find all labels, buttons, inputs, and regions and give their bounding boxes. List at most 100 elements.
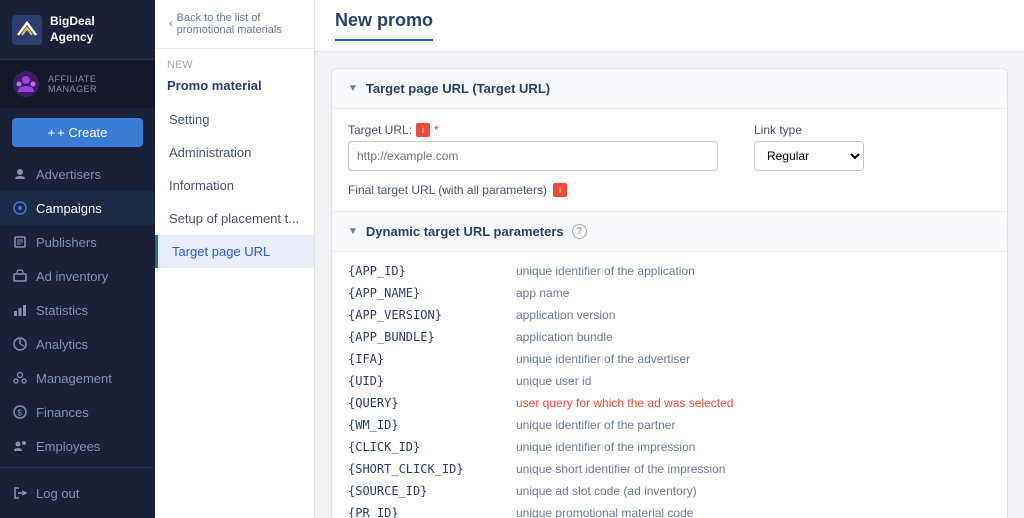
chevron-down-icon: ▼ — [348, 83, 358, 94]
publisher-icon — [12, 234, 28, 250]
param-desc: unique short identifier of the impressio… — [516, 462, 725, 476]
sidebar-item-statistics[interactable]: Statistics — [0, 293, 155, 327]
param-desc: unique identifier of the application — [516, 264, 695, 278]
sidebar-item-campaigns[interactable]: Campaigns — [0, 191, 155, 225]
mid-navigation: ‹ Back to the list of promotional materi… — [155, 0, 315, 518]
mid-nav-setup[interactable]: Setup of placement t... — [155, 202, 314, 235]
analytics-icon — [12, 336, 28, 352]
param-row: {WM_ID} unique identifier of the partner — [348, 414, 991, 436]
param-key: {UID} — [348, 374, 508, 388]
logout-button[interactable]: Log out — [0, 476, 155, 510]
param-key: {CLICK_ID} — [348, 440, 508, 454]
logout-area: Log out — [0, 467, 155, 518]
inventory-icon — [12, 268, 28, 284]
user-icon — [12, 166, 28, 182]
param-row: {APP_VERSION} application version — [348, 304, 991, 326]
finances-icon: $ — [12, 404, 28, 420]
mid-nav-information-label: Information — [169, 178, 234, 193]
param-row: {SHORT_CLICK_ID}unique short identifier … — [348, 458, 991, 480]
dynamic-params-section: ▼ Dynamic target URL parameters ? {APP_I… — [332, 212, 1007, 518]
sidebar-item-publishers[interactable]: Publishers — [0, 225, 155, 259]
param-row: {UID} unique user id — [348, 370, 991, 392]
param-desc: application version — [516, 308, 615, 322]
create-plus-icon: + — [48, 125, 56, 140]
back-chevron-icon: ‹ — [169, 18, 173, 30]
sidebar-label-analytics: Analytics — [36, 337, 88, 352]
param-desc: unique user id — [516, 374, 591, 388]
param-row: {QUERY} user query for which the ad was s… — [348, 392, 991, 414]
sidebar-item-advertisers[interactable]: Advertisers — [0, 157, 155, 191]
logout-icon — [12, 485, 28, 501]
param-row: {PR_ID}unique promotional material code — [348, 502, 991, 518]
param-key: {APP_VERSION} — [348, 308, 508, 322]
sidebar-item-management[interactable]: Management — [0, 361, 155, 395]
param-row: {IFA} unique identifier of the advertiser — [348, 348, 991, 370]
create-button[interactable]: + + Create — [12, 118, 143, 147]
sidebar-item-employees[interactable]: Employees — [0, 429, 155, 463]
sidebar-label-advertisers: Advertisers — [36, 167, 101, 182]
main-content: New promo ▼ Target page URL (Target URL)… — [315, 0, 1024, 518]
param-row: {APP_NAME}app name — [348, 282, 991, 304]
management-icon — [12, 370, 28, 386]
svg-text:$: $ — [18, 409, 23, 418]
target-url-section: ▼ Target page URL (Target URL) Target UR… — [332, 69, 1007, 212]
params-table: {APP_ID} unique identifier of the applica… — [332, 252, 1007, 518]
mid-nav-header: New — [155, 49, 314, 76]
final-url-info-icon[interactable]: i — [553, 183, 567, 197]
brand-name: BigDeal Agency — [50, 14, 95, 45]
mid-nav-setting-label: Setting — [169, 112, 209, 127]
target-url-info-icon[interactable]: i — [416, 123, 430, 137]
mid-nav-title: Promo material — [155, 76, 314, 103]
param-row: {SOURCE_ID}unique ad slot code (ad inven… — [348, 480, 991, 502]
logo-icon — [12, 15, 42, 45]
param-key: {QUERY} — [348, 396, 508, 410]
page-title: New promo — [335, 10, 433, 41]
sidebar-label-statistics: Statistics — [36, 303, 88, 318]
param-desc: unique identifier of the partner — [516, 418, 675, 432]
campaign-icon — [12, 200, 28, 216]
logout-label: Log out — [36, 486, 79, 501]
mid-nav-administration-label: Administration — [169, 145, 251, 160]
mid-nav-information[interactable]: Information — [155, 169, 314, 202]
dynamic-chevron-down-icon: ▼ — [348, 226, 358, 237]
target-url-section-title: Target page URL (Target URL) — [366, 81, 550, 96]
employees-icon — [12, 438, 28, 454]
target-url-input[interactable] — [348, 141, 718, 171]
target-url-group: Target URL: i * — [348, 123, 718, 171]
dynamic-params-title: Dynamic target URL parameters — [366, 224, 564, 239]
create-label: + Create — [57, 125, 107, 140]
target-url-form-row: Target URL: i * Link type Regular Deep L… — [332, 109, 1007, 179]
param-row: {APP_ID} unique identifier of the applica… — [348, 260, 991, 282]
param-desc: unique promotional material code — [516, 506, 693, 518]
main-header: New promo — [315, 0, 1024, 52]
link-type-select[interactable]: Regular Deep Link Custom — [754, 141, 864, 171]
target-url-label: Target URL: i * — [348, 123, 718, 137]
param-row: {CLICK_ID}unique identifier of the impre… — [348, 436, 991, 458]
main-body: ▼ Target page URL (Target URL) Target UR… — [315, 52, 1024, 518]
param-desc: user query for which the ad was selected — [516, 396, 733, 410]
mid-nav-setting[interactable]: Setting — [155, 103, 314, 136]
param-key: {IFA} — [348, 352, 508, 366]
final-url-row: Final target URL (with all parameters) i — [332, 179, 1007, 211]
mid-nav-administration[interactable]: Administration — [155, 136, 314, 169]
sidebar-label-management: Management — [36, 371, 112, 386]
param-desc: application bundle — [516, 330, 613, 344]
sidebar-item-finances[interactable]: $ Finances — [0, 395, 155, 429]
mid-nav-target-page-url[interactable]: Target page URL — [155, 235, 314, 268]
sidebar-label-employees: Employees — [36, 439, 100, 454]
param-desc: unique identifier of the advertiser — [516, 352, 690, 366]
logo-area: BigDeal Agency — [0, 0, 155, 60]
param-key: {APP_BUNDLE} — [348, 330, 508, 344]
param-key: {SOURCE_ID} — [348, 484, 508, 498]
link-type-label: Link type — [754, 123, 864, 137]
sidebar-item-ad-inventory[interactable]: Ad inventory — [0, 259, 155, 293]
param-desc: app name — [516, 286, 569, 300]
param-key: {WM_ID} — [348, 418, 508, 432]
sidebar-label-publishers: Publishers — [36, 235, 97, 250]
param-key: {APP_ID} — [348, 264, 508, 278]
dynamic-params-header: ▼ Dynamic target URL parameters ? — [332, 212, 1007, 252]
dynamic-params-help-icon[interactable]: ? — [572, 224, 587, 239]
back-button[interactable]: ‹ Back to the list of promotional materi… — [155, 0, 314, 49]
affiliate-icon — [12, 70, 40, 98]
sidebar-item-analytics[interactable]: Analytics — [0, 327, 155, 361]
